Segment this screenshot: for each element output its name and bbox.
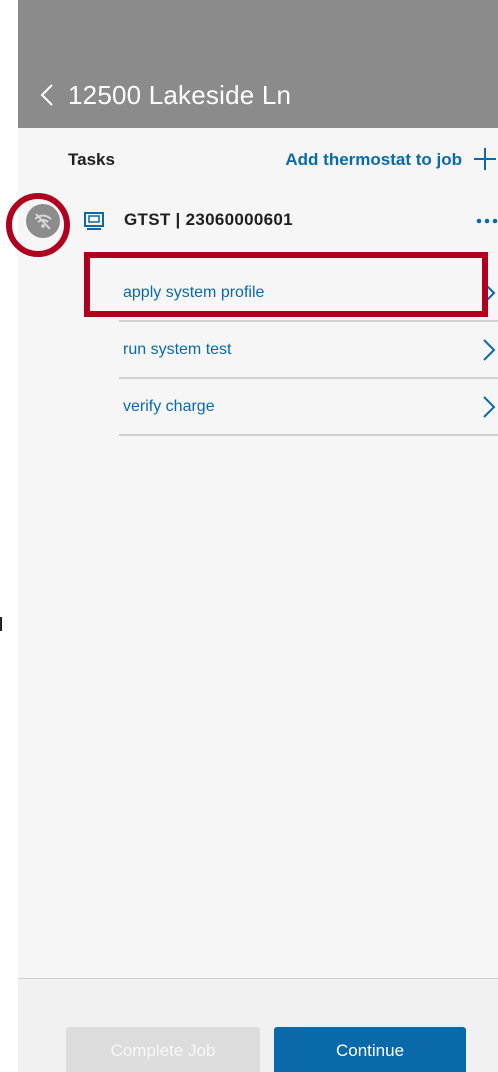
task-label: verify charge: [123, 397, 215, 415]
tasks-label: Tasks: [68, 150, 115, 169]
device-title: GTST | 23060000601: [124, 210, 293, 229]
add-thermostat-link[interactable]: Add thermostat to job: [285, 150, 462, 170]
nav-bar: 12500 Lakeside Ln: [18, 62, 498, 128]
complete-job-button[interactable]: Complete Job: [66, 1027, 260, 1072]
chevron-left-icon[interactable]: [32, 75, 62, 115]
footer: Complete Job Continue: [18, 979, 498, 1072]
task-item-verify-charge[interactable]: verify charge: [119, 379, 498, 436]
status-bar: [18, 0, 498, 62]
screen: 12500 Lakeside Ln Tasks Add thermostat t…: [0, 0, 498, 1072]
chevron-right-icon: [483, 282, 496, 304]
thermostat-icon: [84, 212, 104, 230]
app-screen: 12500 Lakeside Ln Tasks Add thermostat t…: [18, 0, 498, 1072]
task-label: apply system profile: [123, 283, 265, 301]
more-horizontal-icon[interactable]: [476, 216, 498, 226]
edge-mark: [0, 617, 2, 631]
task-item-apply-system-profile[interactable]: apply system profile: [119, 265, 498, 322]
task-list: apply system profile run system test ver…: [119, 265, 498, 436]
chevron-right-icon: [483, 339, 496, 361]
task-label: run system test: [123, 340, 232, 358]
task-item-run-system-test[interactable]: run system test: [119, 322, 498, 379]
page-title: 12500 Lakeside Ln: [68, 79, 292, 110]
continue-button[interactable]: Continue: [274, 1027, 466, 1072]
wifi-off-icon: [26, 204, 60, 238]
plus-icon[interactable]: [472, 146, 498, 172]
tasks-header: Tasks Add thermostat to job: [18, 128, 498, 192]
chevron-right-icon: [483, 396, 496, 418]
device-row: GTST | 23060000601: [18, 194, 498, 250]
